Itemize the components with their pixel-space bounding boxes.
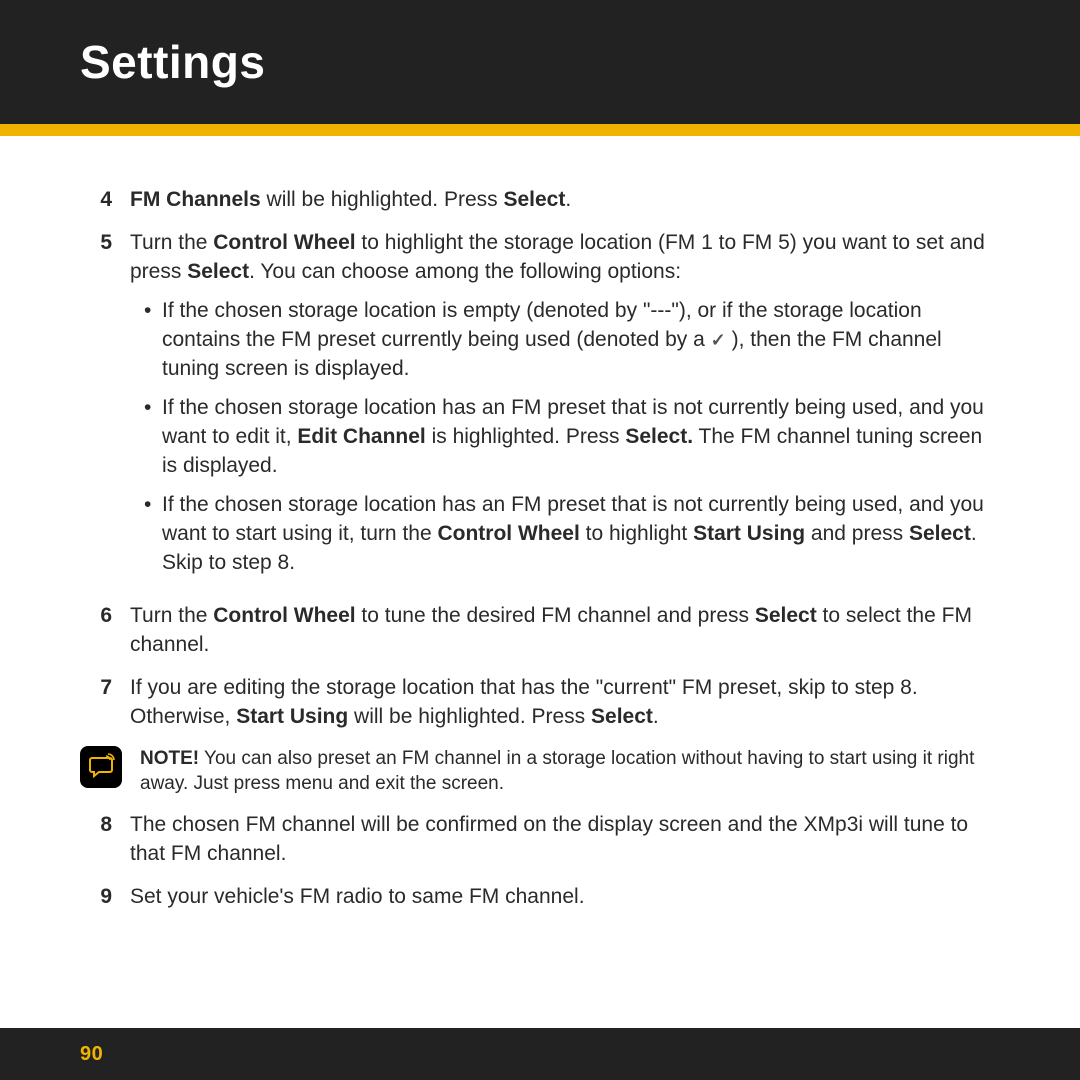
list-item: • If the chosen storage location has an … xyxy=(144,491,1000,578)
bullet-text: If the chosen storage location is empty … xyxy=(162,297,1000,384)
text: The chosen FM channel will be confirmed … xyxy=(130,813,968,865)
text: . xyxy=(565,188,571,211)
step-4: 4 FM Channels will be highlighted. Press… xyxy=(80,186,1000,215)
bullet-icon: • xyxy=(144,491,162,578)
text-bold: Select xyxy=(591,705,653,728)
step-number: 8 xyxy=(80,811,130,869)
step-5: 5 Turn the Control Wheel to highlight th… xyxy=(80,229,1000,588)
text-bold: Select xyxy=(187,260,249,283)
text-bold: Select xyxy=(503,188,565,211)
bullet-icon: • xyxy=(144,394,162,481)
text-bold: Select. xyxy=(625,425,693,448)
text: Turn the xyxy=(130,231,213,254)
text: to highlight xyxy=(580,522,693,545)
text: is highlighted. Press xyxy=(426,425,626,448)
step-body: Set your vehicle's FM radio to same FM c… xyxy=(130,883,1000,912)
text-bold: Edit Channel xyxy=(297,425,425,448)
step-body: The chosen FM channel will be confirmed … xyxy=(130,811,1000,869)
text: . You can choose among the following opt… xyxy=(249,260,681,283)
note-icon-wrap xyxy=(80,746,130,788)
note-speech-icon xyxy=(80,746,122,788)
bullet-text: If the chosen storage location has an FM… xyxy=(162,491,1000,578)
step-7: 7 If you are editing the storage locatio… xyxy=(80,674,1000,732)
step-8: 8 The chosen FM channel will be confirme… xyxy=(80,811,1000,869)
step-body: FM Channels will be highlighted. Press S… xyxy=(130,186,1000,215)
text-bold: Select xyxy=(909,522,971,545)
text: Set your vehicle's FM radio to same FM c… xyxy=(130,885,585,908)
checkmark-icon: ✓ xyxy=(711,328,726,353)
bullet-icon: • xyxy=(144,297,162,384)
bullet-text: If the chosen storage location has an FM… xyxy=(162,394,1000,481)
text-bold: Start Using xyxy=(236,705,348,728)
page-number: 90 xyxy=(80,1043,103,1066)
text-bold: Control Wheel xyxy=(437,522,579,545)
step-body: If you are editing the storage location … xyxy=(130,674,1000,732)
list-item: • If the chosen storage location has an … xyxy=(144,394,1000,481)
accent-bar xyxy=(0,124,1080,136)
note-text: NOTE! You can also preset an FM channel … xyxy=(130,746,1000,797)
text-bold: FM Channels xyxy=(130,188,261,211)
page-footer: 90 xyxy=(0,1028,1080,1080)
text-bold: Control Wheel xyxy=(213,231,355,254)
text: You can also preset an FM channel in a s… xyxy=(140,748,974,795)
step-number: 4 xyxy=(80,186,130,215)
text: and press xyxy=(805,522,909,545)
page-title: Settings xyxy=(80,35,265,89)
bullet-list: • If the chosen storage location is empt… xyxy=(130,297,1000,578)
text: . xyxy=(653,705,659,728)
step-body: Turn the Control Wheel to highlight the … xyxy=(130,229,1000,588)
text: Turn the xyxy=(130,604,213,627)
text-bold: Control Wheel xyxy=(213,604,355,627)
step-number: 9 xyxy=(80,883,130,912)
step-number: 5 xyxy=(80,229,130,588)
content-area: 4 FM Channels will be highlighted. Press… xyxy=(0,136,1080,912)
step-9: 9 Set your vehicle's FM radio to same FM… xyxy=(80,883,1000,912)
text-bold: Select xyxy=(755,604,817,627)
page-header: Settings xyxy=(0,0,1080,124)
text-bold: Start Using xyxy=(693,522,805,545)
step-number: 6 xyxy=(80,602,130,660)
step-6: 6 Turn the Control Wheel to tune the des… xyxy=(80,602,1000,660)
text-bold: NOTE! xyxy=(140,748,199,769)
text: will be highlighted. Press xyxy=(348,705,591,728)
text: will be highlighted. Press xyxy=(261,188,504,211)
text: to tune the desired FM channel and press xyxy=(356,604,755,627)
step-body: Turn the Control Wheel to tune the desir… xyxy=(130,602,1000,660)
step-number: 7 xyxy=(80,674,130,732)
note-callout: NOTE! You can also preset an FM channel … xyxy=(80,746,1000,797)
list-item: • If the chosen storage location is empt… xyxy=(144,297,1000,384)
